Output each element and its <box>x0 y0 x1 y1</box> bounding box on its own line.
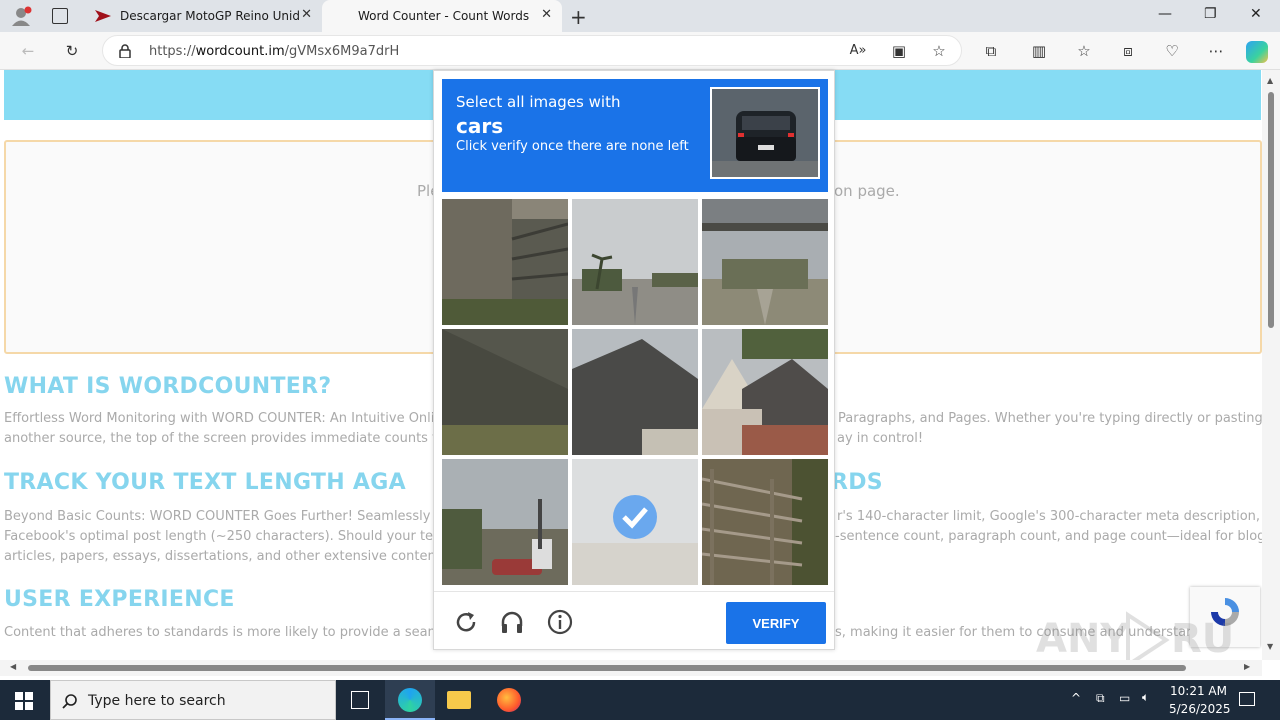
verify-button[interactable]: VERIFY <box>726 602 826 644</box>
para1-line2-right: ay in control! <box>837 431 924 446</box>
firefox-icon[interactable] <box>497 688 521 712</box>
captcha-target: cars <box>456 114 504 138</box>
tab-label: Descargar MotoGP Reino Unido ( <box>120 9 300 23</box>
tab-motogp[interactable]: Descargar MotoGP Reino Unido ( ✕ <box>86 0 322 32</box>
heading-user-experience: USER EXPERIENCE <box>4 587 235 612</box>
scroll-down-icon[interactable]: ▼ <box>1267 642 1273 651</box>
heading-what-is: WHAT IS WORDCOUNTER? <box>4 374 332 399</box>
watermark-logo: ANY RUN <box>1036 611 1236 660</box>
tab-word-counter[interactable]: Word Counter - Count Words ✕ <box>322 0 562 32</box>
network-icon[interactable]: ▭ <box>1119 691 1130 705</box>
favorite-star-icon[interactable]: ☆ <box>929 41 949 61</box>
favorites-icon[interactable]: ☆ <box>1074 41 1094 61</box>
lock-icon[interactable] <box>119 44 131 58</box>
reload-icon[interactable] <box>452 608 480 636</box>
tab-label: Word Counter - Count Words <box>358 9 530 23</box>
clock-date[interactable]: 5/26/2025 <box>1169 702 1231 716</box>
profile-icon[interactable] <box>10 6 32 26</box>
vertical-scroll-thumb[interactable] <box>1268 92 1274 328</box>
read-aloud-icon[interactable]: A» <box>848 41 868 61</box>
captcha-tile-7[interactable] <box>442 459 568 585</box>
tab-strip: Descargar MotoGP Reino Unido ( ✕ Word Co… <box>0 0 1280 32</box>
split-screen-icon[interactable]: ▥ <box>1029 41 1049 61</box>
captcha-tile-9[interactable] <box>702 459 828 585</box>
windows-start-icon[interactable] <box>15 692 33 710</box>
extensions-icon[interactable]: ⧉ <box>981 41 1001 61</box>
url-prefix: https:// <box>149 44 196 59</box>
para2-line2-left: Facebook's optimal post length (~250 cha… <box>4 529 446 544</box>
restore-icon[interactable]: ❐ <box>1204 6 1217 22</box>
search-icon <box>62 694 77 709</box>
url-text[interactable]: https://wordcount.im/gVMsx6M9a7drH <box>149 44 399 59</box>
captcha-tile-5[interactable] <box>572 329 698 455</box>
more-menu-icon[interactable]: ⋯ <box>1206 41 1226 61</box>
immersive-reader-icon[interactable]: ▣ <box>889 41 909 61</box>
para3-line1-left: Content that adheres to standards is mor… <box>4 625 452 640</box>
scroll-up-icon[interactable]: ▲ <box>1267 76 1273 85</box>
horizontal-scrollbar[interactable]: ◀ ▶ <box>0 660 1262 676</box>
para2-line3-left: articles, papers, essays, dissertations,… <box>4 549 445 564</box>
captcha-instruction: Select all images with <box>456 93 621 111</box>
heading-track-length-right: RDS <box>831 470 883 495</box>
close-window-icon[interactable]: ✕ <box>1250 6 1262 22</box>
captcha-hint: Click verify once there are none left <box>456 139 689 154</box>
task-view-icon[interactable] <box>351 691 369 709</box>
svg-text:RUN: RUN <box>1171 616 1236 660</box>
url-domain: wordcount.im <box>195 44 285 59</box>
tab-actions-icon[interactable] <box>52 8 68 24</box>
para2-line1-right: r's 140-character limit, Google's 300-ch… <box>837 509 1262 524</box>
file-explorer-icon[interactable] <box>447 691 471 709</box>
horizontal-scroll-thumb[interactable] <box>28 665 1186 671</box>
address-bar[interactable]: https://wordcount.im/gVMsx6M9a7drH A» ▣ … <box>102 35 962 66</box>
captcha-footer: VERIFY <box>434 591 834 651</box>
textarea-hint-right: on page. <box>834 182 900 200</box>
captcha-sample-image <box>710 87 820 179</box>
close-tab-icon[interactable]: ✕ <box>541 7 552 22</box>
para2-line1-left: Beyond Basic Counts: WORD COUNTER Goes F… <box>4 509 431 524</box>
collections-icon[interactable]: ⧈ <box>1118 41 1138 61</box>
minimize-icon[interactable]: — <box>1158 6 1172 22</box>
captcha-tile-8[interactable] <box>572 459 698 585</box>
vertical-scrollbar[interactable]: ▲ ▼ <box>1262 70 1280 660</box>
device-icon[interactable]: ⧉ <box>1096 691 1105 706</box>
para2-line2-right: -sentence count, paragraph count, and pa… <box>835 529 1262 544</box>
info-icon[interactable] <box>546 608 574 636</box>
browser-essentials-icon[interactable]: ♡ <box>1162 41 1182 61</box>
captcha-tile-1[interactable] <box>442 199 568 325</box>
show-hidden-icons-icon[interactable]: ^ <box>1071 691 1081 705</box>
refresh-icon[interactable]: ↻ <box>62 41 82 61</box>
edge-taskbar-icon[interactable] <box>385 680 435 720</box>
svg-text:ANY: ANY <box>1036 616 1130 660</box>
site-favicon-icon <box>95 10 111 22</box>
captcha-tile-4[interactable] <box>442 329 568 455</box>
address-toolbar: ← ↻ https://wordcount.im/gVMsx6M9a7drH A… <box>0 32 1280 70</box>
para1-line1-right: Paragraphs, and Pages. Whether you're ty… <box>838 411 1262 426</box>
notifications-icon[interactable] <box>1239 692 1255 706</box>
taskbar: Type here to search ^ ⧉ ▭ 🔈︎ 10:21 AM 5/… <box>0 680 1280 720</box>
heading-track-length: TRACK YOUR TEXT LENGTH AGA <box>4 470 406 495</box>
new-tab-icon[interactable]: + <box>570 5 587 29</box>
clock-time[interactable]: 10:21 AM <box>1170 684 1227 698</box>
copilot-icon[interactable] <box>1246 41 1268 63</box>
audio-challenge-icon[interactable] <box>498 608 526 636</box>
para1-line1-left: Effortless Word Monitoring with WORD COU… <box>4 411 443 426</box>
captcha-header: Select all images with cars Click verify… <box>442 79 828 192</box>
captcha-tile-2[interactable] <box>572 199 698 325</box>
search-placeholder: Type here to search <box>88 693 226 709</box>
captcha-challenge: Select all images with cars Click verify… <box>433 70 835 650</box>
close-tab-icon[interactable]: ✕ <box>301 7 312 22</box>
taskbar-search-box[interactable]: Type here to search <box>50 680 336 720</box>
back-icon[interactable]: ← <box>18 41 38 61</box>
captcha-tile-3[interactable] <box>702 199 828 325</box>
para1-line2-left: another source, the top of the screen pr… <box>4 431 450 446</box>
scroll-right-icon[interactable]: ▶ <box>1244 662 1250 671</box>
scroll-left-icon[interactable]: ◀ <box>10 662 16 671</box>
volume-icon[interactable]: 🔈︎ <box>1142 690 1149 705</box>
url-path: /gVMsx6M9a7drH <box>284 44 400 59</box>
captcha-tile-6[interactable] <box>702 329 828 455</box>
